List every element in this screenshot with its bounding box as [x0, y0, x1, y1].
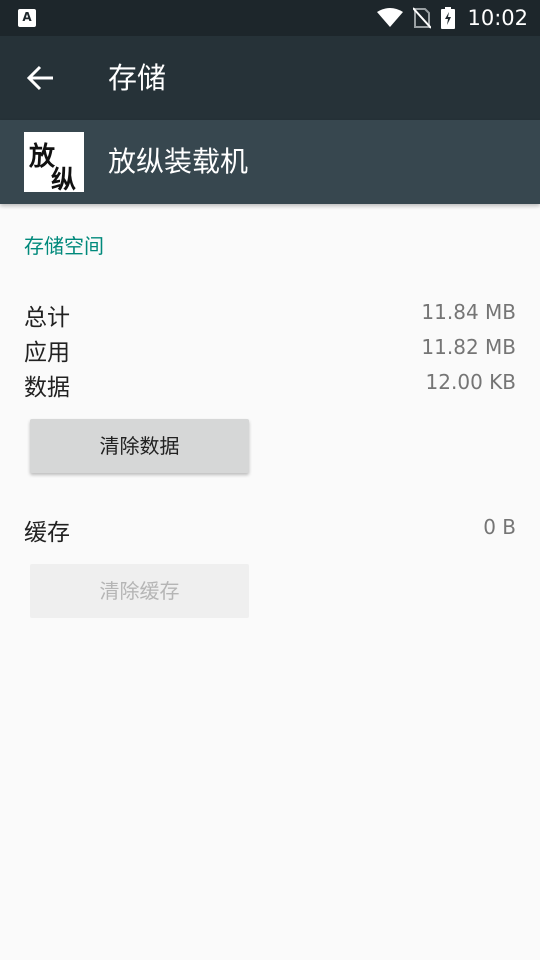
notification-icon-letter: A: [22, 10, 32, 24]
data-size-value: 12.00 KB: [425, 370, 516, 394]
back-button[interactable]: [20, 56, 64, 100]
app-icon: 放 纵: [24, 132, 84, 192]
cache-row: 缓存 0 B: [24, 513, 516, 547]
data-size-row: 数据 12.00 KB: [24, 368, 516, 402]
status-time: 10:02: [467, 6, 528, 30]
status-bar: A 10:02: [0, 0, 540, 36]
app-size-value: 11.82 MB: [421, 335, 516, 359]
wifi-icon: [377, 8, 404, 27]
total-label: 总计: [24, 305, 70, 331]
cache-value: 0 B: [483, 515, 516, 539]
no-sim-icon: [413, 7, 432, 29]
storage-section-title: 存储空间: [24, 234, 104, 258]
clear-cache-button: 清除缓存: [30, 564, 249, 618]
arrow-left-icon: [26, 65, 53, 91]
app-bar: 存储: [0, 36, 540, 120]
status-icons: 10:02: [377, 0, 528, 36]
page-title: 存储: [108, 61, 167, 95]
notification-icon: A: [18, 9, 36, 27]
app-name: 放纵装载机: [108, 145, 249, 178]
total-row: 总计 11.84 MB: [24, 298, 516, 332]
app-size-label: 应用: [24, 340, 70, 366]
total-value: 11.84 MB: [421, 300, 516, 324]
app-size-row: 应用 11.82 MB: [24, 333, 516, 367]
app-header: 放 纵 放纵装载机: [0, 120, 540, 204]
clear-data-button[interactable]: 清除数据: [30, 419, 249, 473]
app-icon-glyph-2: 纵: [51, 165, 77, 192]
battery-charging-icon: [441, 7, 456, 29]
cache-label: 缓存: [24, 520, 70, 546]
data-size-label: 数据: [24, 375, 70, 401]
